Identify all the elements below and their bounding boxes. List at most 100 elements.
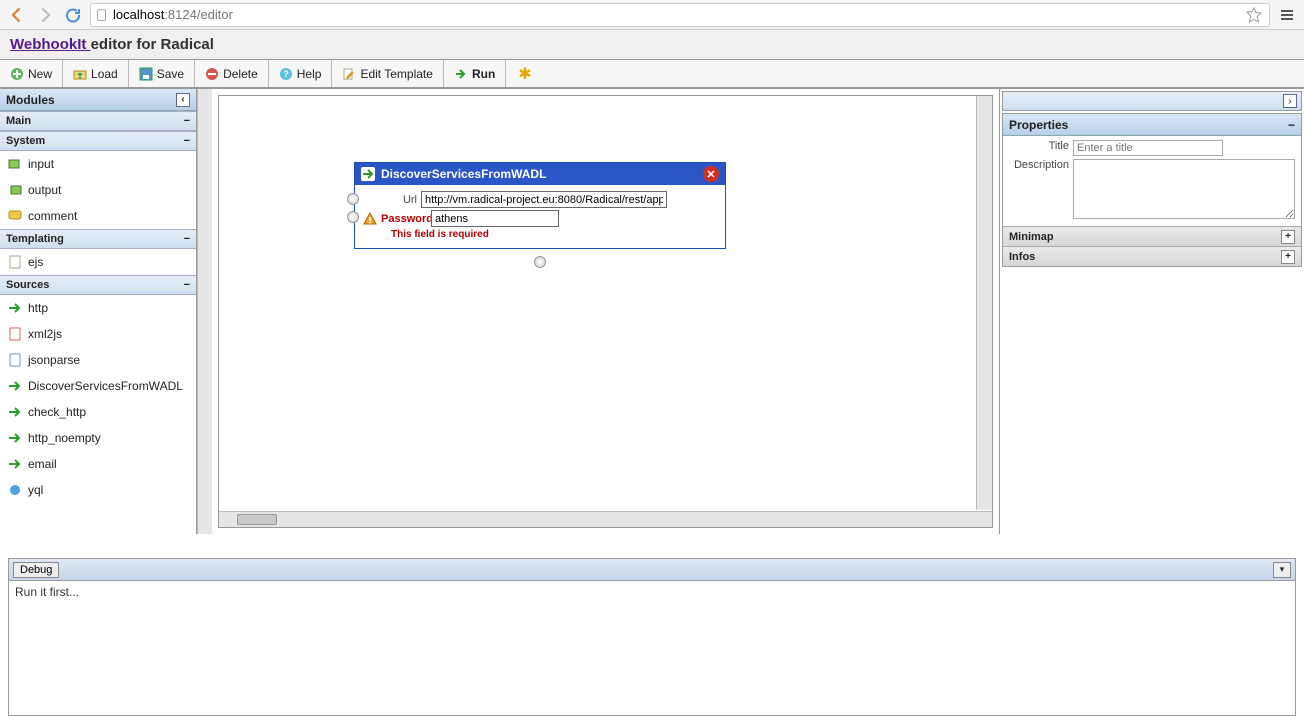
close-icon[interactable]: ✕	[703, 166, 719, 182]
collapse-left-icon[interactable]: ‹	[176, 93, 190, 107]
module-ejs[interactable]: ejs	[0, 249, 196, 275]
url-label: Url	[363, 194, 417, 206]
password-input[interactable]	[431, 210, 559, 227]
module-jsonparse[interactable]: jsonparse	[0, 347, 196, 373]
warning-icon	[363, 212, 377, 226]
minimap-header[interactable]: Minimap+	[1003, 226, 1301, 246]
url-text: localhost:8124/editor	[113, 7, 1239, 22]
forward-button[interactable]	[34, 4, 56, 26]
workspace: Modules ‹ Main− System− input output com…	[0, 88, 1304, 534]
scroll-thumb[interactable]	[237, 514, 277, 525]
minus-icon[interactable]: −	[184, 233, 190, 245]
run-button[interactable]: Run	[444, 60, 506, 87]
arrow-right-green-icon	[8, 431, 22, 445]
category-system[interactable]: System−	[0, 131, 196, 151]
output-icon	[8, 183, 22, 197]
url-input[interactable]	[421, 191, 667, 208]
input-icon	[8, 157, 22, 171]
infos-header[interactable]: Infos+	[1003, 246, 1301, 266]
expand-right-icon[interactable]: ›	[1283, 94, 1297, 108]
module-check-http[interactable]: check_http	[0, 399, 196, 425]
category-templating[interactable]: Templating−	[0, 229, 196, 249]
right-top-bar: ›	[1002, 91, 1302, 111]
new-button[interactable]: New	[0, 60, 63, 87]
disk-icon	[139, 67, 153, 81]
app-title-bar: WebhookIt editor for Radical	[0, 30, 1304, 60]
edit-template-button[interactable]: Edit Template	[332, 60, 444, 87]
title-input[interactable]	[1073, 140, 1223, 156]
title-suffix: editor for Radical	[91, 36, 214, 53]
category-sources[interactable]: Sources−	[0, 275, 196, 295]
module-http[interactable]: http	[0, 295, 196, 321]
plus-icon[interactable]: +	[1281, 230, 1295, 244]
field-password: Password	[363, 210, 717, 227]
bookmark-star-icon[interactable]	[1243, 4, 1265, 26]
required-message: This field is required	[391, 229, 717, 240]
category-main[interactable]: Main−	[0, 111, 196, 131]
minus-icon[interactable]: −	[184, 135, 190, 147]
input-port-1[interactable]	[347, 193, 359, 205]
password-label: Password	[381, 213, 427, 225]
properties-header[interactable]: Properties −	[1003, 114, 1301, 136]
module-http-noempty[interactable]: http_noempty	[0, 425, 196, 451]
module-yql[interactable]: yql	[0, 477, 196, 503]
description-textarea[interactable]	[1073, 159, 1295, 219]
left-scrollbar[interactable]	[197, 89, 212, 534]
yql-icon	[8, 483, 22, 497]
comment-icon	[8, 209, 22, 223]
modules-panel-header[interactable]: Modules ‹	[0, 89, 196, 111]
debug-output: Run it first...	[9, 581, 1295, 715]
menu-button[interactable]	[1276, 4, 1298, 26]
canvas-vertical-scrollbar[interactable]	[976, 96, 992, 510]
modules-panel: Modules ‹ Main− System− input output com…	[0, 89, 197, 534]
load-button[interactable]: Load	[63, 60, 129, 87]
module-output[interactable]: output	[0, 177, 196, 203]
title-label: Title	[1009, 140, 1069, 156]
page-icon	[95, 8, 109, 22]
json-icon	[8, 353, 22, 367]
module-input[interactable]: input	[0, 151, 196, 177]
node-title-text: DiscoverServicesFromWADL	[381, 167, 546, 181]
xml-icon	[8, 327, 22, 341]
star-indicator-icon: ✱	[506, 60, 543, 87]
arrow-right-green-icon	[8, 301, 22, 315]
plus-circle-icon	[10, 67, 24, 81]
modules-panel-title: Modules	[6, 93, 55, 107]
canvas-column: DiscoverServicesFromWADL ✕ Url Password …	[212, 89, 999, 534]
node-titlebar[interactable]: DiscoverServicesFromWADL ✕	[355, 163, 725, 185]
brand-link[interactable]: WebhookIt	[10, 36, 91, 53]
field-url: Url	[363, 191, 717, 208]
canvas-horizontal-scrollbar[interactable]	[219, 511, 992, 527]
play-arrow-icon	[454, 67, 468, 81]
back-button[interactable]	[6, 4, 28, 26]
help-button[interactable]: ?Help	[269, 60, 333, 87]
debug-dropdown-icon[interactable]: ▾	[1273, 562, 1291, 578]
module-comment[interactable]: comment	[0, 203, 196, 229]
input-port-2[interactable]	[347, 211, 359, 223]
debug-button[interactable]: Debug	[13, 562, 59, 578]
minus-icon[interactable]: −	[184, 279, 190, 291]
canvas[interactable]: DiscoverServicesFromWADL ✕ Url Password …	[218, 95, 993, 528]
output-port[interactable]	[534, 256, 546, 268]
module-email[interactable]: email	[0, 451, 196, 477]
plus-icon[interactable]: +	[1281, 250, 1295, 264]
help-icon: ?	[279, 67, 293, 81]
debug-toolbar: Debug ▾	[9, 559, 1295, 581]
delete-button[interactable]: Delete	[195, 60, 269, 87]
pencil-page-icon	[342, 67, 356, 81]
minus-icon[interactable]: −	[184, 115, 190, 127]
property-description-row: Description	[1009, 159, 1295, 219]
canvas-node-discover-wadl[interactable]: DiscoverServicesFromWADL ✕ Url Password …	[354, 162, 726, 249]
description-label: Description	[1009, 159, 1069, 219]
modules-list[interactable]: Main− System− input output comment Templ…	[0, 111, 196, 534]
module-discover-wadl[interactable]: DiscoverServicesFromWADL	[0, 373, 196, 399]
arrow-right-green-icon	[361, 167, 375, 181]
minus-icon[interactable]: −	[1288, 118, 1295, 132]
address-bar[interactable]: localhost:8124/editor	[90, 3, 1270, 27]
save-button[interactable]: Save	[129, 60, 195, 87]
arrow-right-green-icon	[8, 457, 22, 471]
debug-panel: Debug ▾ Run it first...	[8, 558, 1296, 716]
module-xml2js[interactable]: xml2js	[0, 321, 196, 347]
reload-button[interactable]	[62, 4, 84, 26]
template-icon	[8, 255, 22, 269]
